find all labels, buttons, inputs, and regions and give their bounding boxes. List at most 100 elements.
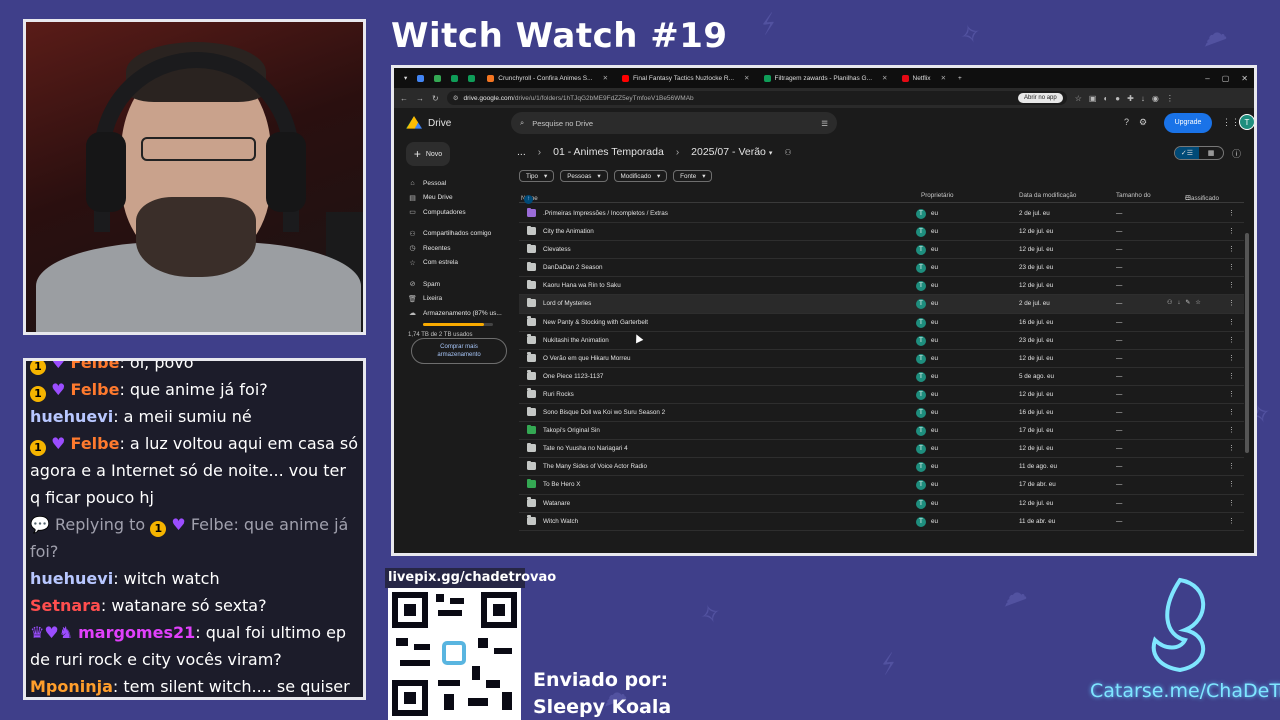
more-options-icon[interactable]: ⋮ — [1228, 480, 1235, 488]
scrollbar[interactable] — [1245, 233, 1249, 453]
more-options-icon[interactable]: ⋮ — [1228, 426, 1235, 434]
close-tab-icon[interactable]: ✕ — [941, 74, 946, 82]
table-row[interactable]: Ruri Rocks Teu 12 de jul. eu — ⋮ — [519, 386, 1244, 405]
sidebar-item-armazenamento[interactable]: ☁ Armazenamento (87% us... — [408, 306, 508, 321]
shared-folder-icon[interactable]: ⚇ — [784, 148, 791, 157]
browser-tab[interactable]: Netflix ✕ — [896, 70, 953, 86]
back-icon[interactable]: ← — [400, 94, 408, 103]
filter-modificado[interactable]: Modificado ▾ — [613, 170, 668, 182]
site-info-icon[interactable]: ⚙ — [453, 94, 459, 102]
tab-pinned-3[interactable] — [447, 70, 462, 86]
file-name[interactable]: Kaoru Hana wa Rin to Saku — [543, 282, 621, 289]
tab-pinned-2[interactable] — [430, 70, 445, 86]
chat-username[interactable]: huehuevi — [30, 569, 113, 588]
sidebar-item-spam[interactable]: ⊘ Spam — [408, 277, 508, 292]
table-row[interactable]: City the Animation Teu 12 de jul. eu — ⋮ — [519, 223, 1244, 242]
table-row[interactable]: Lord of Mysteries Teu 2 de jul. eu — ⚇↓✎☆ ⋮ — [519, 295, 1244, 314]
file-name[interactable]: O Verão em que Hikaru Morreu — [543, 355, 631, 362]
more-options-icon[interactable]: ⋮ — [1228, 517, 1235, 525]
tab-menu[interactable]: ▾ — [400, 70, 411, 86]
chat-username[interactable]: Felbe — [191, 515, 234, 534]
more-options-icon[interactable]: ⋮ — [1228, 372, 1235, 380]
url-field[interactable]: ⚙ drive.google.com/drive/u/1/folders/1hT… — [446, 91, 1067, 105]
chat-username[interactable]: huehuevi — [30, 407, 113, 426]
table-row[interactable]: To Be Hero X Teu 17 de abr. eu — ⋮ — [519, 476, 1244, 495]
downloads-icon[interactable]: ↓ — [1141, 94, 1145, 103]
open-app-button[interactable]: Abrir no app — [1018, 93, 1063, 103]
file-name[interactable]: Sono Bisque Doll wa Koi wo Suru Season 2 — [543, 409, 665, 416]
column-owner[interactable]: Proprietário — [921, 192, 954, 199]
table-row[interactable]: Nukitashi the Animation Teu 23 de jul. eu —… — [519, 332, 1244, 350]
file-name[interactable]: Nukitashi the Animation — [543, 337, 609, 344]
close-icon[interactable]: ✕ — [1241, 74, 1248, 83]
close-tab-icon[interactable]: ✕ — [603, 74, 608, 82]
chat-username[interactable]: Felbe — [71, 434, 120, 453]
chat-username[interactable]: Felbe — [71, 380, 120, 399]
file-name[interactable]: Clevatess — [543, 246, 571, 253]
file-name[interactable]: DanDaDan 2 Season — [543, 264, 603, 271]
close-tab-icon[interactable]: ✕ — [744, 74, 749, 82]
more-options-icon[interactable]: ⋮ — [1228, 336, 1235, 344]
breadcrumb-more[interactable]: ... — [517, 146, 526, 158]
sidebar-item-recentes[interactable]: ◷ Recentes — [408, 241, 508, 256]
table-row[interactable]: .Primeiras Impressões / Incompletos / Ex… — [519, 205, 1244, 224]
settings-icon[interactable]: ⚙ — [1139, 117, 1147, 128]
more-options-icon[interactable]: ⋮ — [1228, 281, 1235, 289]
row-actions-icon[interactable]: ⚇↓✎☆ — [1167, 299, 1206, 306]
more-options-icon[interactable]: ⋮ — [1228, 499, 1235, 507]
more-options-icon[interactable]: ⋮ — [1228, 444, 1235, 452]
more-options-icon[interactable]: ⋮ — [1228, 354, 1235, 362]
table-row[interactable]: DanDaDan 2 Season Teu 23 de jul. eu — ⋮ — [519, 259, 1244, 278]
menu-icon[interactable]: ⋮ — [1166, 94, 1174, 103]
file-name[interactable]: .Primeiras Impressões / Incompletos / Ex… — [543, 210, 668, 217]
minimize-icon[interactable]: – — [1205, 74, 1209, 83]
maximize-icon[interactable]: ▢ — [1222, 74, 1230, 83]
bookmark-star-icon[interactable]: ☆ — [1075, 94, 1082, 103]
file-name[interactable]: Ruri Rocks — [543, 391, 574, 398]
filter-pessoas[interactable]: Pessoas ▾ — [560, 170, 608, 182]
upgrade-button[interactable]: Upgrade — [1164, 113, 1212, 133]
sidebar-item-com-estrela[interactable]: ☆ Com estrela — [408, 256, 508, 271]
file-name[interactable]: Witch Watch — [543, 518, 578, 525]
buy-storage-button[interactable]: Comprar mais armazenamento — [411, 338, 507, 364]
more-options-icon[interactable]: ⋮ — [1228, 318, 1235, 326]
sidebar-item-meu-drive[interactable]: ▤ Meu Drive — [408, 191, 508, 206]
chat-username[interactable]: Setnara — [30, 596, 101, 615]
more-options-icon[interactable]: ⋮ — [1228, 299, 1235, 307]
tab-pinned-4[interactable] — [464, 70, 479, 86]
column-modified[interactable]: Data da modificação — [1019, 192, 1076, 199]
more-options-icon[interactable]: ⋮ — [1228, 390, 1235, 398]
profile-icon[interactable]: ◉ — [1152, 94, 1159, 103]
breadcrumb-item[interactable]: 01 - Animes Temporada — [553, 146, 664, 158]
more-options-icon[interactable]: ⋮ — [1228, 227, 1235, 235]
file-name[interactable]: Watanare — [543, 500, 570, 507]
info-icon[interactable]: ⓘ — [1232, 147, 1241, 160]
close-tab-icon[interactable]: ✕ — [882, 74, 887, 82]
file-name[interactable]: New Panty & Stocking with Garterbelt — [543, 319, 648, 326]
sidebar-item-compartilhados[interactable]: ⚇ Compartilhados comigo — [408, 227, 508, 242]
file-name[interactable]: Lord of Mysteries — [543, 300, 591, 307]
file-name[interactable]: To Be Hero X — [543, 481, 580, 488]
browser-tab[interactable]: Crunchyroll - Confira Animes S... ✕ — [481, 70, 614, 86]
chat-username[interactable]: margomes21 — [78, 623, 195, 642]
filter-fonte[interactable]: Fonte ▾ — [673, 170, 713, 182]
table-row[interactable]: Witch Watch Teu 11 de abr. eu — ⋮ — [519, 513, 1244, 531]
tab-pinned-1[interactable] — [413, 70, 428, 86]
list-view-icon[interactable]: ✓☰ — [1175, 147, 1199, 159]
more-options-icon[interactable]: ⋮ — [1228, 209, 1235, 217]
new-tab-button[interactable]: + — [954, 70, 966, 86]
browser-tab[interactable]: Filtragem zawards - Planilhas G... ✕ — [758, 70, 894, 86]
table-row[interactable]: Tate no Yuusha no Nariagari 4 Teu 12 de ju… — [519, 440, 1244, 459]
table-row[interactable]: Clevatess Teu 12 de jul. eu — ⋮ — [519, 241, 1244, 260]
table-row[interactable]: Kaoru Hana wa Rin to Saku Teu 12 de jul. e… — [519, 277, 1244, 296]
file-name[interactable]: One Piece 1123-1137 — [543, 373, 603, 380]
extension-icon[interactable]: ▣ — [1089, 94, 1097, 103]
table-row[interactable]: Sono Bisque Doll wa Koi wo Suru Season 2… — [519, 404, 1244, 423]
sidebar-item-lixeira[interactable]: 🗑 Lixeira — [408, 292, 508, 307]
file-name[interactable]: The Many Sides of Voice Actor Radio — [543, 463, 647, 470]
table-row[interactable]: Takopi's Original Sin Teu 17 de jul. eu — ⋮ — [519, 422, 1244, 441]
sidebar-item-computadores[interactable]: ▭ Computadores — [408, 205, 508, 220]
file-name[interactable]: Tate no Yuusha no Nariagari 4 — [543, 445, 628, 452]
table-row[interactable]: The Many Sides of Voice Actor Radio Teu 11… — [519, 458, 1244, 477]
reload-icon[interactable]: ↻ — [432, 94, 439, 103]
